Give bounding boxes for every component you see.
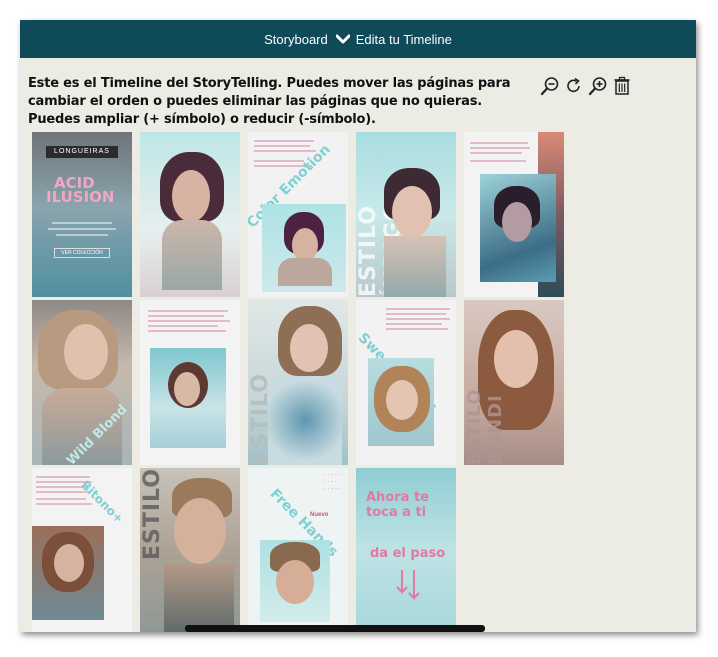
page-title-2: ILUSION [46,188,115,206]
timeline-page-12[interactable]: ESTILO [140,468,240,632]
ver-coleccion-button[interactable]: VER COLECCIÓN [54,248,110,258]
timeline-page-2[interactable] [140,132,240,297]
storyboard-label[interactable]: Storyboard [264,32,328,47]
timeline-grid: LONGUEIRAS ACID ILUSION VER COLECCIÓN Co… [32,132,572,632]
brand-logo: LONGUEIRAS [46,146,118,158]
timeline-page-11[interactable]: Bitono+ [32,468,132,632]
page-note: · · · · · · · · · · · · · · [324,472,341,492]
timeline-page-4[interactable]: ESTILO ÍNDIGO [356,132,456,297]
timeline-page-9[interactable]: Sweet Waves [356,300,456,465]
timeline-page-13[interactable]: Free Hands · · · · · · · · · · · · · · Nue… [248,468,348,632]
cta-line-1: Ahora te [366,490,429,505]
cta-line-2: toca a ti [366,505,427,520]
zoom-in-icon[interactable] [588,76,608,96]
edit-timeline-label: Edita tu Timeline [355,31,452,47]
timeline-page-8[interactable]: ESTILO OPAL [248,300,348,465]
cta-line-3: da el paso [370,546,446,561]
zoom-out-icon[interactable] [540,76,560,96]
timeline-page-5[interactable] [464,132,564,297]
intro-text: Este es el Timeline del StoryTelling. Pu… [28,76,511,127]
storyboard-window: Storyboard Edita tu Timeline Este es el … [20,20,696,632]
timeline-page-6[interactable]: Wild Blond [32,300,132,465]
toolbar [540,76,632,96]
timeline-page-3[interactable]: Color Emotion [248,132,348,297]
refresh-icon[interactable] [564,76,584,96]
arrow-down-icon [394,568,424,607]
timeline-page-10[interactable]: ESTILO BONDI [464,300,564,465]
timeline-page-14[interactable]: Ahora te toca a ti da el paso [356,468,456,632]
timeline-page-7[interactable] [140,300,240,465]
trash-icon[interactable] [612,76,632,96]
top-bar: Storyboard Edita tu Timeline [20,20,696,58]
scrollbar[interactable] [185,625,485,632]
chevron-down-icon[interactable] [335,34,350,44]
timeline-page-1[interactable]: LONGUEIRAS ACID ILUSION VER COLECCIÓN [32,132,132,297]
page-label: ESTILO [140,468,165,561]
page-label: ESTILO BONDI [464,388,506,465]
new-tag: Nuevo [310,512,329,518]
